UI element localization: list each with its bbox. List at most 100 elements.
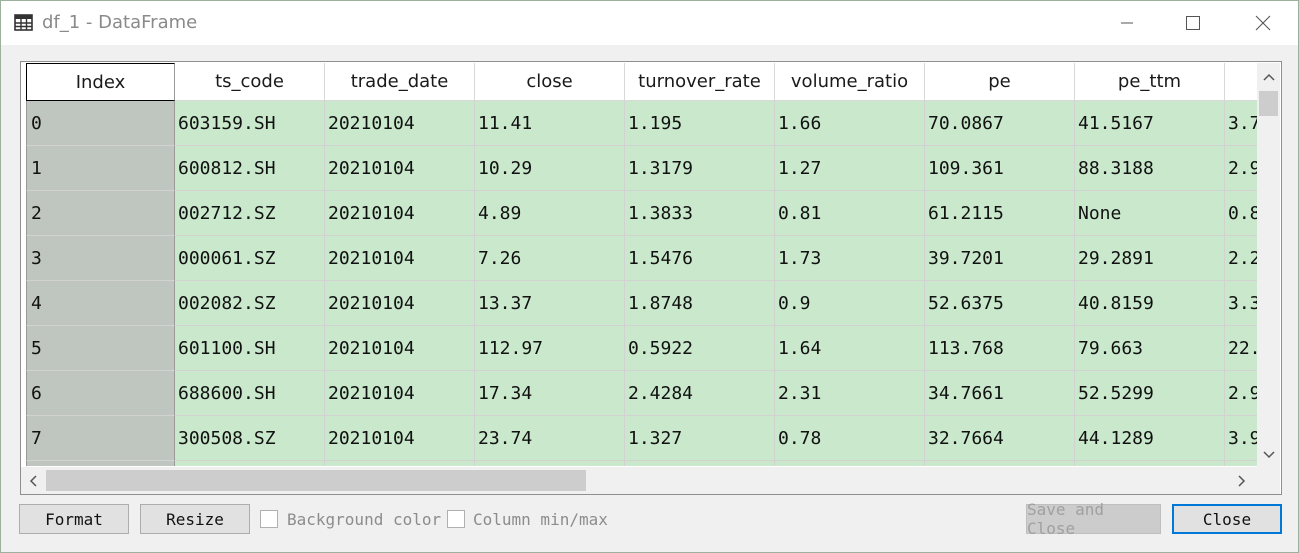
- scroll-down-button[interactable]: [1257, 443, 1280, 467]
- table-cell[interactable]: 1.195: [625, 101, 775, 146]
- table-cell[interactable]: 0.8: [1225, 191, 1257, 236]
- table-cell[interactable]: [475, 461, 625, 466]
- table-cell[interactable]: 22.: [1225, 326, 1257, 371]
- table-cell[interactable]: 44.1289: [1075, 416, 1225, 461]
- table-cell[interactable]: [775, 461, 925, 466]
- table-cell[interactable]: [1225, 461, 1257, 466]
- table-cell[interactable]: 113.768: [925, 326, 1075, 371]
- table-cell[interactable]: 1.3179: [625, 146, 775, 191]
- close-window-button[interactable]: [1241, 1, 1285, 45]
- row-index-cell[interactable]: 6: [26, 371, 175, 416]
- table-cell[interactable]: 39.7201: [925, 236, 1075, 281]
- table-cell[interactable]: 1.327: [625, 416, 775, 461]
- table-cell[interactable]: [925, 461, 1075, 466]
- table-cell[interactable]: 112.97: [475, 326, 625, 371]
- column-header[interactable]: pe_ttm: [1075, 63, 1225, 101]
- table-cell[interactable]: 002082.SZ: [175, 281, 325, 326]
- table-cell[interactable]: 52.6375: [925, 281, 1075, 326]
- table-cell[interactable]: 79.663: [1075, 326, 1225, 371]
- table-cell[interactable]: 88.3188: [1075, 146, 1225, 191]
- minimize-button[interactable]: [1105, 1, 1149, 45]
- table-cell[interactable]: 61.2115: [925, 191, 1075, 236]
- table-cell[interactable]: 13.37: [475, 281, 625, 326]
- table-cell[interactable]: 20210104: [325, 146, 475, 191]
- row-index-cell[interactable]: [26, 461, 175, 466]
- table-cell[interactable]: 34.7661: [925, 371, 1075, 416]
- table-cell[interactable]: 0.78: [775, 416, 925, 461]
- table-cell[interactable]: [625, 461, 775, 466]
- table-cell[interactable]: 1.64: [775, 326, 925, 371]
- column-header[interactable]: turnover_rate: [625, 63, 775, 101]
- column-minmax-checkbox[interactable]: [447, 510, 465, 528]
- table-cell[interactable]: 601100.SH: [175, 326, 325, 371]
- table-cell[interactable]: 0.81: [775, 191, 925, 236]
- table-cell[interactable]: 52.5299: [1075, 371, 1225, 416]
- table-cell[interactable]: 1.73: [775, 236, 925, 281]
- table-cell[interactable]: 603159.SH: [175, 101, 325, 146]
- table-cell[interactable]: 1.66: [775, 101, 925, 146]
- vertical-scroll-thumb[interactable]: [1259, 91, 1278, 116]
- resize-button[interactable]: Resize: [140, 504, 250, 534]
- horizontal-scroll-thumb[interactable]: [46, 470, 586, 491]
- table-cell[interactable]: 688600.SH: [175, 371, 325, 416]
- table-cell[interactable]: 20210104: [325, 191, 475, 236]
- row-index-cell[interactable]: 7: [26, 416, 175, 461]
- table-cell[interactable]: 41.5167: [1075, 101, 1225, 146]
- table-cell[interactable]: 20210104: [325, 281, 475, 326]
- table-cell[interactable]: 2.9: [1225, 371, 1257, 416]
- horizontal-scrollbar[interactable]: [21, 467, 1257, 494]
- table-cell[interactable]: 10.29: [475, 146, 625, 191]
- column-header[interactable]: volume_ratio: [775, 63, 925, 101]
- title-bar[interactable]: df_1 - DataFrame: [1, 1, 1298, 45]
- format-button[interactable]: Format: [19, 504, 129, 534]
- table-cell[interactable]: 1.8748: [625, 281, 775, 326]
- table-cell[interactable]: 17.34: [475, 371, 625, 416]
- index-column-header[interactable]: Index: [26, 63, 175, 101]
- table-cell[interactable]: 3.9: [1225, 416, 1257, 461]
- save-and-close-button[interactable]: Save and Close: [1026, 500, 1161, 538]
- table-cell[interactable]: 3.3: [1225, 281, 1257, 326]
- table-cell[interactable]: [175, 461, 325, 466]
- background-color-checkbox[interactable]: [260, 510, 278, 528]
- close-button[interactable]: Close: [1172, 504, 1282, 534]
- table-cell[interactable]: 20210104: [325, 236, 475, 281]
- table-cell[interactable]: [325, 461, 475, 466]
- table-cell[interactable]: 32.7664: [925, 416, 1075, 461]
- table-cell[interactable]: 2.31: [775, 371, 925, 416]
- table-cell[interactable]: 1.3833: [625, 191, 775, 236]
- table-cell[interactable]: 4.89: [475, 191, 625, 236]
- table-cell[interactable]: 7.26: [475, 236, 625, 281]
- table-cell[interactable]: None: [1075, 191, 1225, 236]
- table-cell[interactable]: 0.5922: [625, 326, 775, 371]
- table-cell[interactable]: 300508.SZ: [175, 416, 325, 461]
- table-cell[interactable]: 29.2891: [1075, 236, 1225, 281]
- table-cell[interactable]: 2.4284: [625, 371, 775, 416]
- table-cell[interactable]: 1.5476: [625, 236, 775, 281]
- table-cell[interactable]: 20210104: [325, 326, 475, 371]
- table-cell[interactable]: 23.74: [475, 416, 625, 461]
- row-index-cell[interactable]: 2: [26, 191, 175, 236]
- scroll-left-button[interactable]: [21, 467, 45, 494]
- column-header[interactable]: pe: [925, 63, 1075, 101]
- column-header-partial[interactable]: [1225, 63, 1257, 101]
- row-index-cell[interactable]: 1: [26, 146, 175, 191]
- column-header[interactable]: close: [475, 63, 625, 101]
- table-cell[interactable]: 2.2: [1225, 236, 1257, 281]
- table-cell[interactable]: [1075, 461, 1225, 466]
- table-cell[interactable]: 2.9: [1225, 146, 1257, 191]
- row-index-cell[interactable]: 0: [26, 101, 175, 146]
- row-index-cell[interactable]: 4: [26, 281, 175, 326]
- table-cell[interactable]: 70.0867: [925, 101, 1075, 146]
- table-cell[interactable]: 0.9: [775, 281, 925, 326]
- scroll-right-button[interactable]: [1227, 467, 1257, 494]
- table-cell[interactable]: 20210104: [325, 371, 475, 416]
- maximize-button[interactable]: [1171, 1, 1215, 45]
- row-index-cell[interactable]: 5: [26, 326, 175, 371]
- table-cell[interactable]: 3.7: [1225, 101, 1257, 146]
- column-header[interactable]: ts_code: [175, 63, 325, 101]
- vertical-scrollbar[interactable]: [1257, 63, 1280, 467]
- scroll-up-button[interactable]: [1257, 63, 1280, 91]
- column-header[interactable]: trade_date: [325, 63, 475, 101]
- row-index-cell[interactable]: 3: [26, 236, 175, 281]
- table-cell[interactable]: 000061.SZ: [175, 236, 325, 281]
